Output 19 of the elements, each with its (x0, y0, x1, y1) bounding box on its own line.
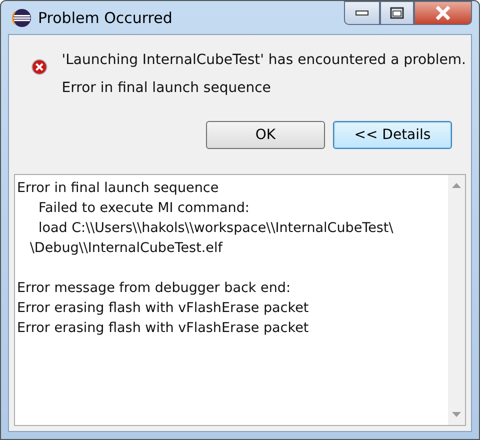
details-line: Error in final launch sequence (17, 179, 220, 198)
details-line: \Debug\\InternalCubeTest.elf (28, 239, 224, 258)
details-line: Error erasing flash with vFlashErase packet (17, 319, 310, 338)
dialog-button[interactable]: OK (206, 121, 325, 149)
details-line: Error erasing flash with vFlashErase packet (17, 299, 310, 318)
window-title: Problem Occurred (38, 8, 172, 26)
details-line: Error message from debugger back end: (17, 279, 292, 298)
maximize-button[interactable] (380, 1, 414, 25)
details-line: load C:\\Users\\hakols\\workspace\\InternalCubeTest\ (37, 219, 394, 238)
error-detail: Error in final launch sequence (62, 80, 272, 96)
minimize-button[interactable] (344, 1, 380, 25)
maximize-icon (390, 7, 404, 19)
error-message: 'Launching InternalCubeTest' has encountered a problem. (62, 52, 466, 68)
dialog-button[interactable]: << Details (333, 121, 452, 149)
minimize-icon (355, 10, 369, 16)
close-icon (435, 6, 451, 20)
close-button[interactable] (414, 1, 472, 25)
details-line: Failed to execute MI command: (37, 199, 250, 218)
app-logo-icon (12, 8, 32, 28)
